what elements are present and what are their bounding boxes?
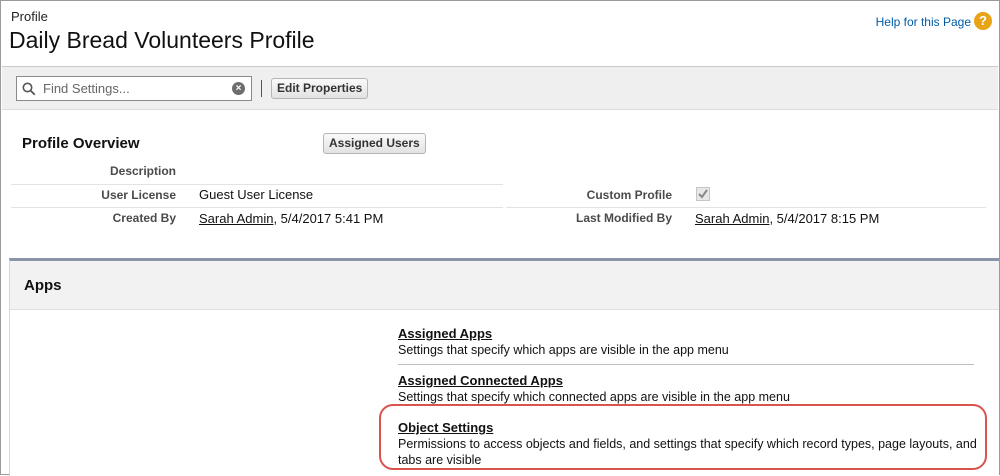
created-by-date: , 5/4/2017 5:41 PM xyxy=(273,211,384,226)
created-by-user-link[interactable]: Sarah Admin xyxy=(199,211,273,226)
question-circle-icon[interactable]: ? xyxy=(974,12,992,30)
custom-profile-label: Custom Profile xyxy=(586,188,672,202)
search-input[interactable] xyxy=(43,79,223,98)
toolbar: × Edit Properties xyxy=(2,66,998,110)
description-label: Description xyxy=(109,164,176,178)
assigned-users-button[interactable]: Assigned Users xyxy=(323,133,426,154)
created-by-label: Created By xyxy=(112,211,176,225)
assigned-connected-apps-description: Settings that specify which connected ap… xyxy=(398,390,790,404)
created-by-value: Sarah Admin, 5/4/2017 5:41 PM xyxy=(199,211,383,226)
breadcrumb: Profile xyxy=(11,9,48,24)
section-title-profile-overview: Profile Overview xyxy=(22,135,140,152)
divider xyxy=(506,207,986,208)
assigned-connected-apps-link[interactable]: Assigned Connected Apps xyxy=(398,373,563,388)
apps-header: Apps xyxy=(10,261,999,310)
divider xyxy=(11,184,503,185)
custom-profile-checkbox xyxy=(696,187,710,201)
checkmark-icon xyxy=(698,189,708,199)
divider xyxy=(398,364,974,365)
object-settings-highlight xyxy=(379,404,987,470)
edit-properties-button[interactable]: Edit Properties xyxy=(271,78,369,99)
section-title-apps: Apps xyxy=(24,277,62,294)
assigned-apps-link[interactable]: Assigned Apps xyxy=(398,326,492,341)
last-modified-label: Last Modified By xyxy=(575,211,672,225)
search-icon xyxy=(22,82,36,101)
assigned-apps-description: Settings that specify which apps are vis… xyxy=(398,343,729,357)
help-link[interactable]: Help for this Page xyxy=(876,15,971,29)
toolbar-divider xyxy=(261,80,262,97)
last-modified-value: Sarah Admin, 5/4/2017 8:15 PM xyxy=(695,211,879,226)
user-license-label: User License xyxy=(101,188,176,202)
page-title: Daily Bread Volunteers Profile xyxy=(9,27,315,53)
search-box[interactable]: × xyxy=(16,76,252,101)
last-modified-user-link[interactable]: Sarah Admin xyxy=(695,211,769,226)
last-modified-date: , 5/4/2017 8:15 PM xyxy=(769,211,880,226)
user-license-value: Guest User License xyxy=(199,187,314,202)
divider xyxy=(11,207,503,208)
clear-icon[interactable]: × xyxy=(232,82,245,95)
